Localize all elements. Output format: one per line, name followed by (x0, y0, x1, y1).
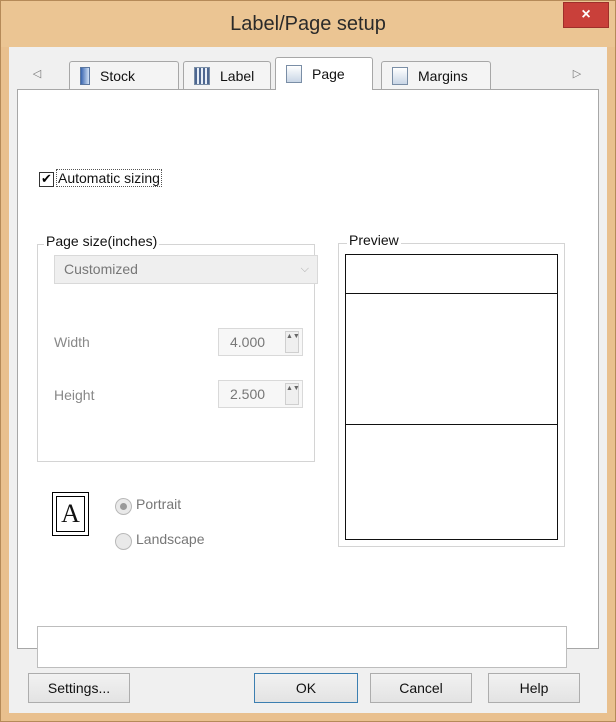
portrait-label[interactable]: Portrait (136, 496, 181, 512)
settings-button[interactable]: Settings... (28, 673, 130, 703)
height-spin-buttons[interactable]: ▲▼ (285, 383, 300, 405)
close-button[interactable]: × (563, 2, 609, 28)
label-icon (194, 66, 210, 85)
settings-button-label: Settings... (47, 680, 111, 696)
preview-divider-middle (346, 424, 557, 425)
ok-button-label: OK (295, 680, 317, 696)
tab-page[interactable]: Page (275, 57, 373, 90)
page-size-group-label: Page size(inches) (44, 233, 160, 249)
landscape-label[interactable]: Landscape (136, 531, 205, 547)
help-button-label: Help (519, 680, 549, 696)
preview-group-label: Preview (347, 232, 401, 248)
tab-margins[interactable]: Margins (381, 61, 491, 89)
preview-canvas (345, 254, 558, 540)
dialog-window: Label/Page setup × ◁ ▷ Stock Label Page … (0, 0, 616, 722)
height-label: Height (54, 387, 95, 403)
chevron-down-icon: ⌵ (300, 263, 309, 275)
width-spinbox[interactable]: 4.000 ▲▼ (218, 328, 303, 356)
height-value: 2.500 (230, 386, 266, 402)
page-icon (286, 65, 302, 83)
page-size-combo[interactable]: Customized ⌵ (54, 255, 318, 284)
help-button[interactable]: Help (488, 673, 580, 703)
tab-margins-label: Margins (418, 67, 468, 84)
cancel-button[interactable]: Cancel (370, 673, 472, 703)
tab-scroll-left-icon[interactable]: ◁ (29, 65, 45, 83)
stock-icon (80, 66, 90, 85)
ok-button[interactable]: OK (254, 673, 358, 703)
width-spin-buttons[interactable]: ▲▼ (285, 331, 300, 353)
orientation-icon: A (52, 492, 89, 536)
page-size-combo-value: Customized (64, 261, 138, 277)
tab-stock-label: Stock (100, 67, 136, 84)
margins-icon (392, 66, 408, 85)
tab-label[interactable]: Label (183, 61, 271, 89)
width-label: Width (54, 334, 90, 350)
orientation-letter: A (56, 496, 85, 532)
dialog-client-area: ◁ ▷ Stock Label Page Margins ✔ Automatic… (9, 47, 607, 713)
preview-divider-top (346, 293, 557, 294)
automatic-sizing-checkbox[interactable]: ✔ (39, 172, 54, 187)
automatic-sizing-label[interactable]: Automatic sizing (56, 169, 162, 187)
window-title: Label/Page setup (230, 13, 386, 35)
page-tab-panel: ✔ Automatic sizing Page size(inches) Cus… (17, 89, 599, 668)
portrait-radio[interactable] (115, 498, 132, 515)
height-spinbox[interactable]: 2.500 ▲▼ (218, 380, 303, 408)
status-field (37, 626, 567, 668)
cancel-button-label: Cancel (399, 680, 443, 696)
tab-stock[interactable]: Stock (69, 61, 179, 89)
tab-page-label: Page (312, 66, 345, 82)
title-bar[interactable]: Label/Page setup × (1, 1, 615, 47)
tab-label-label: Label (220, 67, 255, 84)
landscape-radio[interactable] (115, 533, 132, 550)
tab-scroll-right-icon[interactable]: ▷ (569, 65, 585, 83)
width-value: 4.000 (230, 334, 266, 350)
